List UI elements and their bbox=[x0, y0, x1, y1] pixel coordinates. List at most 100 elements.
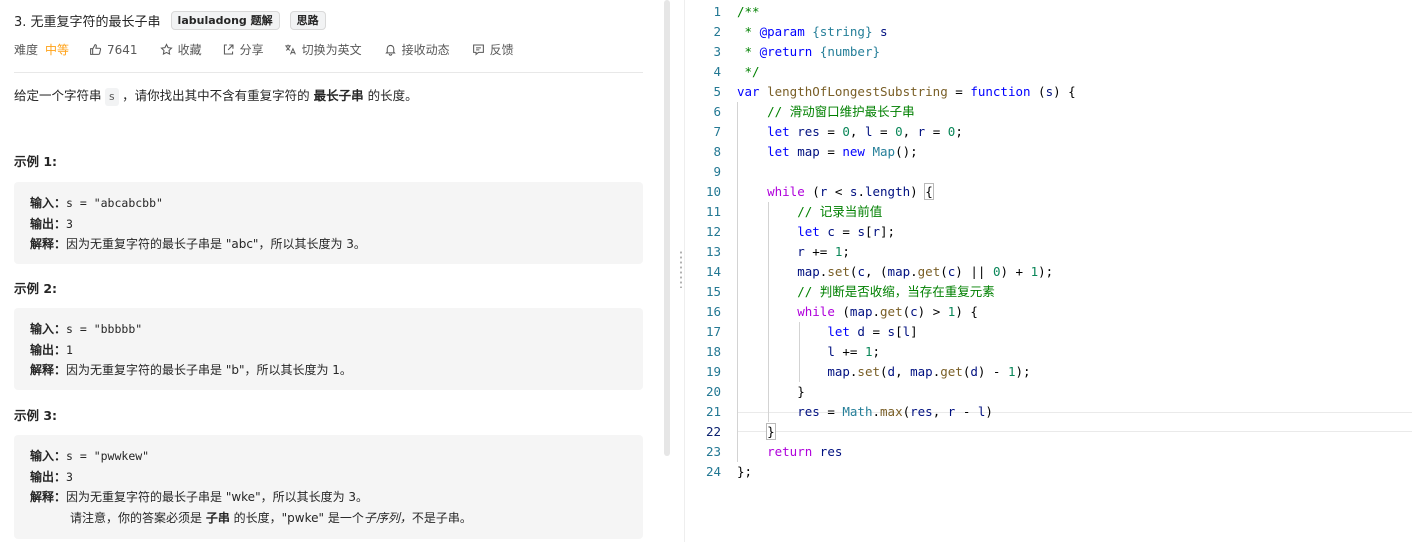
switch-language-button[interactable]: 切换为英文 bbox=[284, 41, 362, 58]
line-number: 15 bbox=[705, 284, 721, 299]
share-button[interactable]: 分享 bbox=[222, 41, 264, 58]
code-line[interactable]: 3 * @return {number} bbox=[686, 42, 1412, 62]
share-icon bbox=[223, 44, 234, 55]
code-text: res = Math.max(res, r - l) bbox=[797, 404, 993, 419]
inline-code-s: s bbox=[104, 88, 120, 106]
example-1-input: s = "abcabcbb" bbox=[66, 196, 163, 210]
code-line[interactable]: 8 let map = new Map(); bbox=[686, 142, 1412, 162]
example-3-title: 示例 3: bbox=[14, 408, 58, 423]
line-number: 19 bbox=[705, 364, 721, 379]
line-number: 17 bbox=[705, 324, 721, 339]
code-text: // 记录当前值 bbox=[797, 204, 883, 219]
code-line[interactable]: 19 map.set(d, map.get(d) - 1); bbox=[686, 362, 1412, 382]
tag-solution[interactable]: labuladong 题解 bbox=[170, 11, 280, 30]
code-text: r += 1; bbox=[797, 244, 850, 259]
code-text: /** bbox=[737, 4, 760, 19]
subscribe-label: 接收动态 bbox=[401, 43, 450, 57]
code-text: * @param {string} s bbox=[737, 24, 888, 39]
code-text: let c = s[r]; bbox=[797, 224, 896, 239]
code-line[interactable]: 9 bbox=[686, 162, 1412, 182]
code-text: var lengthOfLongestSubstring = function … bbox=[737, 84, 1076, 99]
line-number: 3 bbox=[713, 44, 721, 59]
difficulty-badge: 中等 bbox=[45, 43, 70, 57]
line-number: 4 bbox=[713, 64, 721, 79]
line-number: 6 bbox=[713, 104, 721, 119]
line-number: 20 bbox=[705, 384, 721, 399]
code-line[interactable]: 24}; bbox=[686, 462, 1412, 482]
code-line[interactable]: 14 map.set(c, (map.get(c) || 0) + 1); bbox=[686, 262, 1412, 282]
example-3-explain: 因为无重复字符的最长子串是 "wke"，所以其长度为 3。 bbox=[66, 490, 369, 504]
example-2-box: 输入：s = "bbbbb" 输出：1 解释：因为无重复字符的最长子串是 "b"… bbox=[14, 308, 643, 390]
line-number: 24 bbox=[705, 464, 721, 479]
subscribe-button[interactable]: 接收动态 bbox=[384, 41, 450, 58]
code-line[interactable]: 1 /** bbox=[686, 2, 1412, 22]
line-number: 8 bbox=[713, 144, 721, 159]
difficulty-label: 难度 bbox=[14, 43, 39, 57]
example-3-input: s = "pwwkew" bbox=[66, 449, 150, 463]
code-text: l += 1; bbox=[827, 344, 881, 359]
example-1-explain: 因为无重复字符的最长子串是 "abc"，所以其长度为 3。 bbox=[66, 237, 366, 251]
tag-hint[interactable]: 思路 bbox=[289, 11, 326, 30]
example-2-explain: 因为无重复字符的最长子串是 "b"，所以其长度为 1。 bbox=[66, 363, 352, 377]
indent-guide bbox=[737, 102, 738, 462]
example-3-note: 请注意，你的答案必须是 子串 的长度，"pwke" 是一个子序列，不是子串。 bbox=[70, 510, 472, 525]
problem-panel: 3. 无重复字符的最长子串 labuladong 题解 思路 难度 中等 764… bbox=[0, 0, 658, 542]
line-number: 13 bbox=[705, 244, 721, 259]
code-line[interactable]: 23 return res bbox=[686, 442, 1412, 462]
problem-description: 给定一个字符串 s ，请你找出其中不含有重复字符的 最长子串 的长度。 bbox=[14, 87, 418, 106]
example-2-output: 1 bbox=[66, 342, 73, 357]
code-line[interactable]: 12 let c = s[r]; bbox=[686, 222, 1412, 242]
line-number: 2 bbox=[713, 24, 721, 39]
code-text: } bbox=[766, 423, 776, 440]
line-number: 23 bbox=[705, 444, 721, 459]
code-line[interactable]: 18 l += 1; bbox=[686, 342, 1412, 362]
code-line[interactable]: 4 */ bbox=[686, 62, 1412, 82]
feedback-button[interactable]: 反馈 bbox=[472, 41, 514, 58]
code-text: }; bbox=[737, 464, 753, 479]
line-number: 12 bbox=[705, 224, 721, 239]
thumbs-up-icon bbox=[90, 44, 102, 55]
title-row: 3. 无重复字符的最长子串 labuladong 题解 思路 bbox=[14, 11, 326, 30]
code-text: // 滑动窗口维护最长子串 bbox=[767, 104, 915, 119]
code-line[interactable]: 7 let res = 0, l = 0, r = 0; bbox=[686, 122, 1412, 142]
code-line[interactable]: 5 var lengthOfLongestSubstring = function… bbox=[686, 82, 1412, 102]
share-label: 分享 bbox=[239, 43, 264, 57]
code-line[interactable]: 10 while (r < s.length) { bbox=[686, 182, 1412, 202]
code-line[interactable]: 22 } bbox=[686, 422, 1412, 442]
meta-row: 难度 中等 7641 收藏 分享 切换为英文 接收动态 反馈 bbox=[14, 41, 514, 58]
example-1-output: 3 bbox=[66, 216, 73, 231]
problem-scrollbar[interactable] bbox=[664, 0, 670, 456]
line-number: 10 bbox=[705, 184, 721, 199]
code-text: // 判断是否收缩，当存在重复元素 bbox=[797, 284, 995, 299]
line-number: 14 bbox=[705, 264, 721, 279]
favorite-button[interactable]: 收藏 bbox=[159, 41, 202, 58]
code-line[interactable]: 6 // 滑动窗口维护最长子串 bbox=[686, 102, 1412, 122]
code-line[interactable]: 20 } bbox=[686, 382, 1412, 402]
code-text: map.set(c, (map.get(c) || 0) + 1); bbox=[797, 264, 1054, 279]
star-icon bbox=[159, 43, 173, 56]
code-editor[interactable]: 1/** 2 * @param {string} s3 * @return {nu… bbox=[686, 0, 1412, 542]
panel-resize-handle[interactable] bbox=[680, 250, 682, 288]
example-3-output: 3 bbox=[66, 469, 73, 484]
code-line[interactable]: 13 r += 1; bbox=[686, 242, 1412, 262]
like-button[interactable]: 7641 bbox=[89, 43, 138, 57]
feedback-label: 反馈 bbox=[489, 43, 514, 57]
line-number: 9 bbox=[713, 164, 721, 179]
line-number: 21 bbox=[705, 404, 721, 419]
indent-guide bbox=[768, 202, 770, 422]
switch-language-label: 切换为英文 bbox=[301, 43, 362, 57]
code-text: while (r < s.length) { bbox=[767, 183, 934, 200]
code-line[interactable]: 16 while (map.get(c) > 1) { bbox=[686, 302, 1412, 322]
code-line[interactable]: 15 // 判断是否收缩，当存在重复元素 bbox=[686, 282, 1412, 302]
code-line[interactable]: 21 res = Math.max(res, r - l) bbox=[686, 402, 1412, 422]
line-number: 16 bbox=[705, 304, 721, 319]
code-line[interactable]: 17 let d = s[l] bbox=[686, 322, 1412, 342]
code-text: while (map.get(c) > 1) { bbox=[797, 304, 978, 319]
example-2-input: s = "bbbbb" bbox=[66, 322, 143, 336]
example-1-box: 输入：s = "abcabcbb" 输出：3 解释：因为无重复字符的最长子串是 … bbox=[14, 182, 643, 264]
code-line[interactable]: 2 * @param {string} s bbox=[686, 22, 1412, 42]
code-text: * @return {number} bbox=[737, 44, 880, 59]
indent-guide bbox=[799, 322, 801, 382]
code-line[interactable]: 11 // 记录当前值 bbox=[686, 202, 1412, 222]
code-text: map.set(d, map.get(d) - 1); bbox=[827, 364, 1031, 379]
